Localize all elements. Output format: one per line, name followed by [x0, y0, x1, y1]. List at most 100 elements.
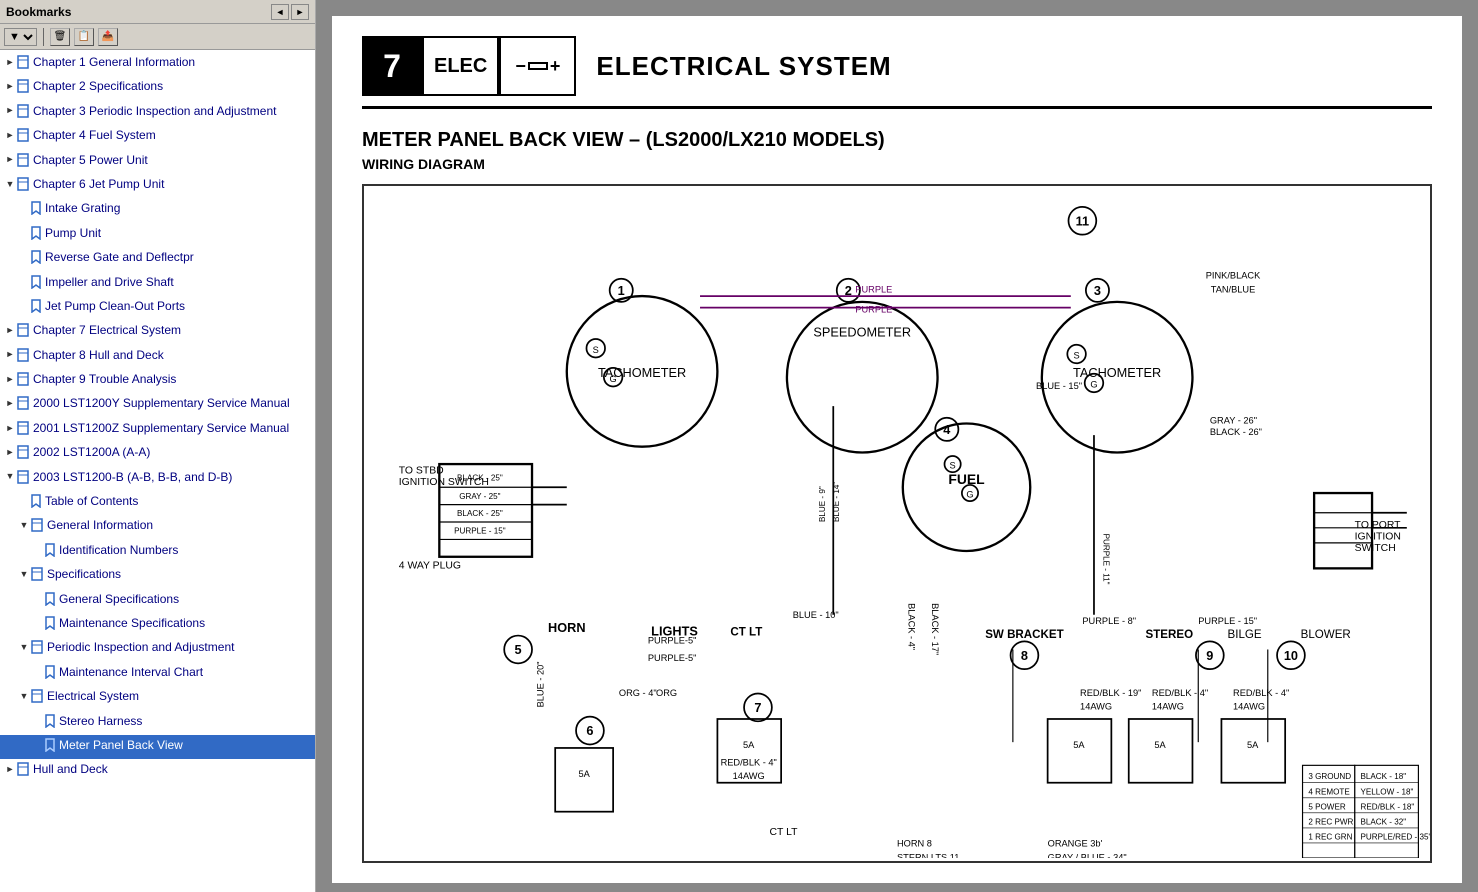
expand-btn-ch6-3[interactable]: [18, 249, 30, 265]
tree-item-ch13-elec-1[interactable]: Stereo Harness: [0, 711, 315, 735]
copy-bookmark-button[interactable]: 📋: [74, 28, 94, 46]
tree-item-ch6-4[interactable]: Impeller and Drive Shaft: [0, 272, 315, 296]
tree-item-ch13-pia-1[interactable]: Maintenance Interval Chart: [0, 662, 315, 686]
svg-text:FUEL: FUEL: [948, 471, 985, 487]
bookmark-icon-ch8: [17, 348, 29, 367]
svg-text:HORN 8: HORN 8: [897, 838, 932, 848]
svg-text:GRAY - 26": GRAY - 26": [1210, 416, 1257, 426]
expand-btn-ch13-toc[interactable]: [18, 493, 30, 509]
bookmark-icon-ch13-elec-1: [45, 714, 55, 733]
tree-item-ch1[interactable]: ►Chapter 1 General Information: [0, 52, 315, 76]
expand-btn-ch13-pia-1[interactable]: [32, 664, 44, 680]
tree-item-ch13-elec[interactable]: ▼Electrical System: [0, 686, 315, 710]
svg-text:1: 1: [618, 283, 625, 298]
expand-btn-ch13-elec-2[interactable]: [32, 737, 44, 753]
expand-btn-ch3[interactable]: ►: [4, 103, 16, 119]
bookmark-icon-ch6-4: [31, 275, 41, 294]
nav-prev-button[interactable]: ◄: [271, 4, 289, 20]
tree-label-ch6-1: Intake Grating: [45, 200, 313, 217]
tree-item-ch14[interactable]: ►Hull and Deck: [0, 759, 315, 783]
tree-item-ch11[interactable]: ►2001 LST1200Z Supplementary Service Man…: [0, 418, 315, 442]
expand-btn-ch6-1[interactable]: [18, 200, 30, 216]
tree-label-ch13-spec: Specifications: [47, 566, 313, 583]
expand-btn-ch9[interactable]: ►: [4, 371, 16, 387]
tree-label-ch13-toc: Table of Contents: [45, 493, 313, 510]
tree-item-ch13-spec-2[interactable]: Maintenance Specifications: [0, 613, 315, 637]
svg-text:6: 6: [586, 723, 593, 738]
tree-item-ch4[interactable]: ►Chapter 4 Fuel System: [0, 125, 315, 149]
export-bookmark-button[interactable]: 📤: [98, 28, 118, 46]
expand-btn-ch13-spec[interactable]: ▼: [18, 566, 30, 582]
tree-item-ch13-spec-1[interactable]: General Specifications: [0, 589, 315, 613]
expand-btn-ch6-5[interactable]: [18, 298, 30, 314]
svg-text:ORG: ORG: [656, 688, 677, 698]
expand-btn-ch13-elec-1[interactable]: [32, 713, 44, 729]
bookmark-icon-ch6-5: [31, 299, 41, 318]
expand-btn-ch11[interactable]: ►: [4, 420, 16, 436]
expand-btn-ch6-4[interactable]: [18, 274, 30, 290]
tree-item-ch12[interactable]: ►2002 LST1200A (A-A): [0, 442, 315, 466]
tree-label-ch9: Chapter 9 Trouble Analysis: [33, 371, 313, 388]
bookmark-icon-ch4: [17, 128, 29, 147]
expand-btn-ch5[interactable]: ►: [4, 152, 16, 168]
bookmark-icon-ch14: [17, 762, 29, 781]
tree-item-ch13-toc[interactable]: Table of Contents: [0, 491, 315, 515]
tree-item-ch6-2[interactable]: Pump Unit: [0, 223, 315, 247]
bookmark-icon-ch13-gi: [31, 518, 43, 537]
svg-text:14AWG: 14AWG: [733, 771, 765, 781]
svg-text:4 WAY PLUG: 4 WAY PLUG: [399, 560, 461, 571]
expand-btn-ch4[interactable]: ►: [4, 127, 16, 143]
expand-btn-ch13-spec-1[interactable]: [32, 591, 44, 607]
tree-item-ch6-3[interactable]: Reverse Gate and Deflectpr: [0, 247, 315, 271]
tree-item-ch13-spec[interactable]: ▼ Specifications: [0, 564, 315, 588]
expand-btn-ch12[interactable]: ►: [4, 444, 16, 460]
tree-item-ch13-gi-1[interactable]: Identification Numbers: [0, 540, 315, 564]
svg-text:TO STBD: TO STBD: [399, 465, 444, 476]
tree-item-ch5[interactable]: ►Chapter 5 Power Unit: [0, 150, 315, 174]
tree-item-ch6[interactable]: ▼Chapter 6 Jet Pump Unit: [0, 174, 315, 198]
expand-btn-ch13-pia[interactable]: ▼: [18, 639, 30, 655]
expand-btn-ch14[interactable]: ►: [4, 761, 16, 777]
bookmark-tree: ►Chapter 1 General Information►Chapter 2…: [0, 50, 315, 892]
chapter-code: ELEC: [434, 55, 487, 78]
bookmark-dropdown[interactable]: ▼: [4, 28, 37, 46]
tree-item-ch6-1[interactable]: Intake Grating: [0, 198, 315, 222]
tree-item-ch10[interactable]: ►2000 LST1200Y Supplementary Service Man…: [0, 393, 315, 417]
tree-label-ch13-pia-1: Maintenance Interval Chart: [59, 664, 313, 681]
expand-btn-ch13-spec-2[interactable]: [32, 615, 44, 631]
bookmark-icon-ch10: [17, 396, 29, 415]
delete-bookmark-button[interactable]: 🗑: [50, 28, 70, 46]
tree-item-ch7[interactable]: ►Chapter 7 Electrical System: [0, 320, 315, 344]
svg-text:BLACK - 4": BLACK - 4": [907, 603, 917, 650]
svg-text:14AWG: 14AWG: [1080, 702, 1112, 712]
expand-btn-ch1[interactable]: ►: [4, 54, 16, 70]
tree-item-ch13-elec-2[interactable]: Meter Panel Back View: [0, 735, 315, 759]
tree-item-ch13-gi[interactable]: ▼General Information: [0, 515, 315, 539]
expand-btn-ch6-2[interactable]: [18, 225, 30, 241]
svg-text:ORG - 4": ORG - 4": [619, 688, 657, 698]
svg-text:RED/BLK - 4": RED/BLK - 4": [721, 757, 777, 767]
expand-btn-ch13-elec[interactable]: ▼: [18, 688, 30, 704]
svg-text:RED/BLK - 19": RED/BLK - 19": [1080, 688, 1141, 698]
tree-item-ch6-5[interactable]: Jet Pump Clean-Out Ports: [0, 296, 315, 320]
tree-item-ch3[interactable]: ►Chapter 3 Periodic Inspection and Adjus…: [0, 101, 315, 125]
content-area[interactable]: 7 ELEC − + ELECTRICAL SYSTEM METER PANEL…: [316, 0, 1478, 892]
expand-btn-ch10[interactable]: ►: [4, 395, 16, 411]
tree-item-ch8[interactable]: ►Chapter 8 Hull and Deck: [0, 345, 315, 369]
expand-btn-ch7[interactable]: ►: [4, 322, 16, 338]
svg-text:SW BRACKET: SW BRACKET: [985, 629, 1063, 641]
expand-btn-ch13-gi[interactable]: ▼: [18, 517, 30, 533]
expand-btn-ch8[interactable]: ►: [4, 347, 16, 363]
tree-item-ch13[interactable]: ▼2003 LST1200-B (A-B, B-B, and D-B): [0, 467, 315, 491]
expand-btn-ch13[interactable]: ▼: [4, 469, 16, 485]
svg-text:IGNITION: IGNITION: [1355, 531, 1401, 542]
expand-btn-ch2[interactable]: ►: [4, 78, 16, 94]
svg-text:ORANGE 3b': ORANGE 3b': [1048, 838, 1103, 848]
tree-item-ch2[interactable]: ►Chapter 2 Specifications: [0, 76, 315, 100]
svg-text:S: S: [593, 345, 599, 355]
expand-btn-ch6[interactable]: ▼: [4, 176, 16, 192]
expand-btn-ch13-gi-1[interactable]: [32, 542, 44, 558]
nav-next-button[interactable]: ►: [291, 4, 309, 20]
tree-item-ch9[interactable]: ► Chapter 9 Trouble Analysis: [0, 369, 315, 393]
tree-item-ch13-pia[interactable]: ▼Periodic Inspection and Adjustment: [0, 637, 315, 661]
